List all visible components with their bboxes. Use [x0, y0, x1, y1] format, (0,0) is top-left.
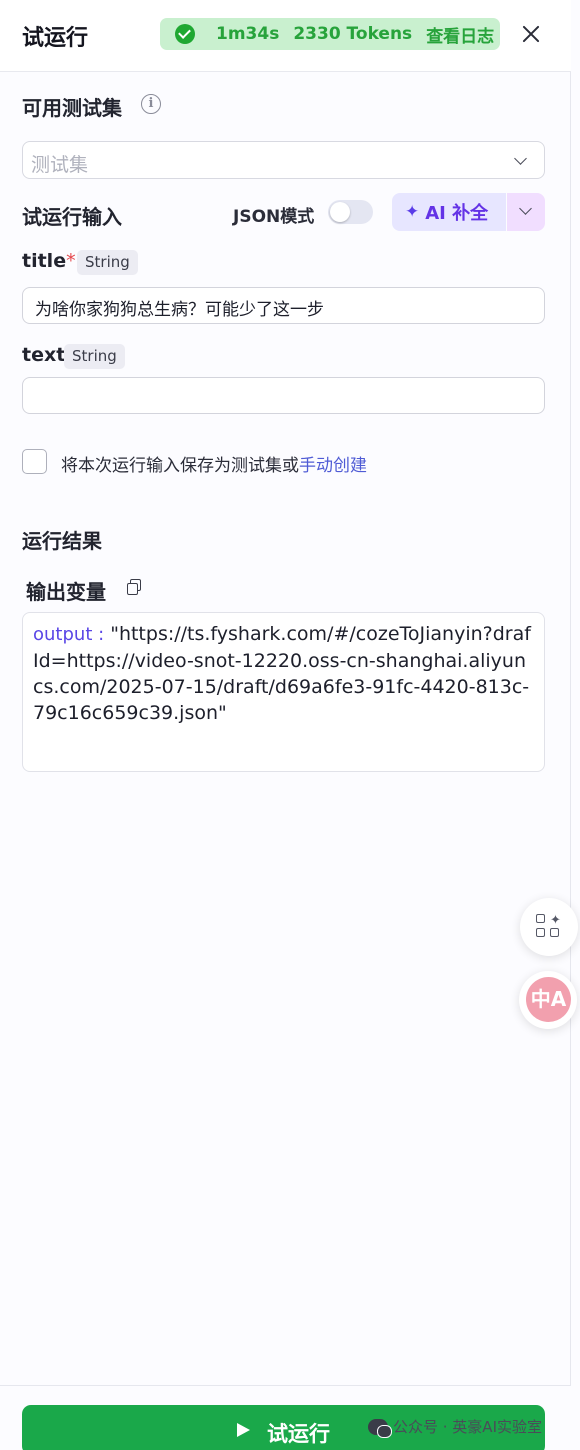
- toggle-knob: [330, 202, 350, 222]
- chevron-down-icon: [519, 202, 532, 215]
- save-test-set-checkbox[interactable]: [22, 449, 47, 474]
- app-grid-icon: ✦: [536, 913, 562, 940]
- field-name: title: [22, 250, 67, 272]
- ai-fill-button[interactable]: ✦ AI 补全: [392, 193, 506, 231]
- save-test-set-text: 将本次运行输入保存为测试集或手动创建: [61, 451, 367, 476]
- output-key: output :: [33, 624, 105, 645]
- field-text-label: text: [22, 344, 65, 366]
- watermark: 公众号 · 英豪AI实验室: [368, 1416, 542, 1438]
- info-icon[interactable]: i: [141, 94, 161, 114]
- app-grid-button[interactable]: ✦: [520, 898, 578, 956]
- text-input[interactable]: [22, 377, 545, 414]
- output-box: output : "https://ts.fyshark.com/#/cozeT…: [22, 612, 545, 772]
- translate-button[interactable]: 中A: [519, 971, 577, 1029]
- play-icon: [237, 1423, 250, 1437]
- json-mode-label: JSON模式: [233, 207, 315, 227]
- run-duration: 1m34s: [216, 24, 280, 44]
- type-tag: String: [77, 250, 138, 275]
- panel-header: 试运行 1m34s 2330 Tokens 查看日志: [0, 0, 571, 72]
- output-variable-label: 输出变量: [26, 580, 106, 604]
- run-result-label: 运行结果: [22, 529, 102, 553]
- test-set-select[interactable]: 测试集: [22, 141, 545, 179]
- manual-create-link[interactable]: 手动创建: [299, 456, 367, 476]
- field-title-label: title*: [22, 250, 76, 272]
- chevron-down-icon: [514, 152, 527, 165]
- success-check-icon: [175, 24, 195, 44]
- close-icon[interactable]: [517, 20, 545, 48]
- title-input-value: 为啥你家狗狗总生病？可能少了这一步: [35, 300, 324, 320]
- run-status-pill: 1m34s 2330 Tokens 查看日志: [160, 18, 500, 50]
- test-run-panel: 试运行 1m34s 2330 Tokens 查看日志 可用测试集 i 测试集 试…: [0, 0, 571, 1450]
- run-input-label: 试运行输入: [22, 205, 122, 229]
- token-count: 2330 Tokens: [293, 24, 413, 44]
- test-set-label: 可用测试集: [22, 96, 122, 120]
- required-asterisk: *: [66, 250, 76, 272]
- translate-icon: 中A: [526, 977, 571, 1022]
- json-mode-toggle[interactable]: [328, 200, 373, 224]
- output-value: "https://ts.fyshark.com/#/cozeToJianyin?…: [33, 623, 531, 724]
- sparkle-icon: ✦: [405, 202, 420, 222]
- field-name: text: [22, 344, 66, 366]
- test-set-placeholder: 测试集: [31, 154, 89, 176]
- panel-title: 试运行: [22, 26, 89, 51]
- ai-fill-label: AI 补全: [425, 203, 489, 224]
- copy-icon[interactable]: [127, 579, 141, 595]
- save-option-text: 将本次运行输入保存为测试集或: [61, 456, 299, 476]
- wechat-icon: [368, 1418, 392, 1438]
- title-input[interactable]: 为啥你家狗狗总生病？可能少了这一步: [22, 287, 545, 324]
- type-tag: String: [64, 344, 125, 369]
- test-run-label: 试运行: [267, 1422, 330, 1446]
- ai-fill-dropdown-button[interactable]: [507, 193, 545, 231]
- view-log-link[interactable]: 查看日志: [419, 22, 501, 47]
- watermark-text: 公众号 · 英豪AI实验室: [393, 1418, 542, 1436]
